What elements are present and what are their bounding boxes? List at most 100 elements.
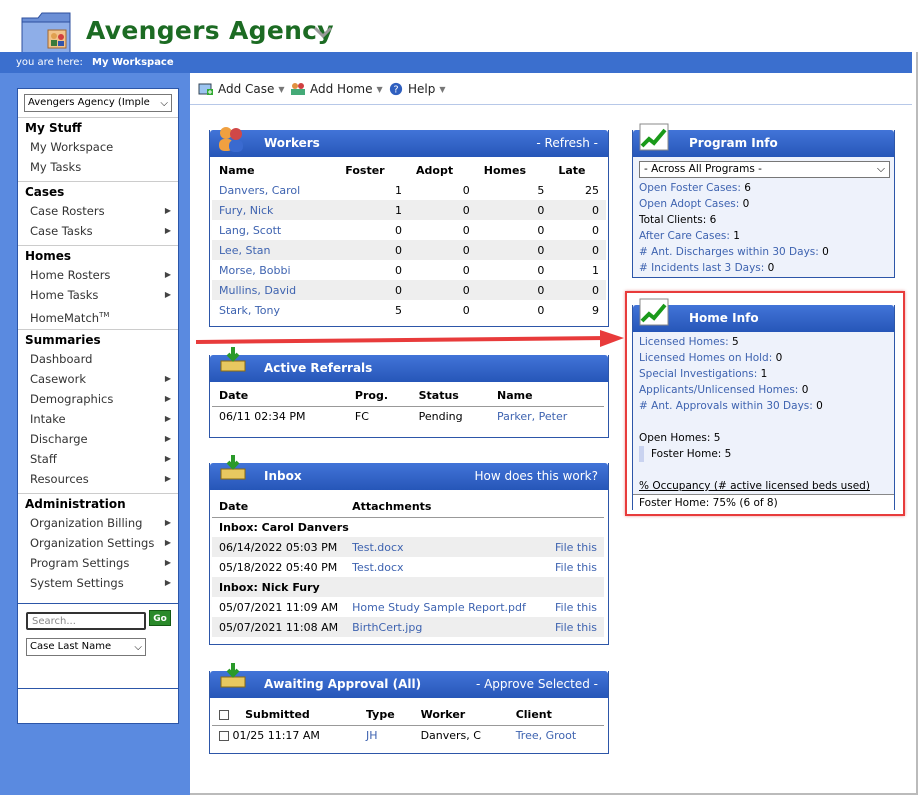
breadcrumb-current[interactable]: My Workspace: [92, 57, 174, 68]
inbox-panel: Inbox How does this work? Date Attachment…: [209, 455, 609, 645]
toolbar: Add Case ▼ Add Home ▼ ? Help ▼: [190, 73, 912, 105]
chevron-down-icon: ⌵: [160, 98, 168, 109]
attachment-link[interactable]: Test.docx: [345, 537, 544, 557]
worker-link[interactable]: Lee, Stan: [212, 240, 338, 260]
info-row: Total Clients: 6: [639, 214, 717, 226]
nav-section-administration: Administration Organization Billing ▶ Org…: [18, 493, 178, 593]
table-row: 06/14/2022 05:03 PM Test.docx File this: [212, 537, 604, 557]
info-row: Open Foster Cases: 6: [639, 182, 751, 194]
left-sidebar: Avengers Agency (Imple ⌵ My Stuff My Wor…: [0, 73, 190, 795]
arrow-right-icon: ▶: [164, 538, 171, 547]
panel-header: Awaiting Approval (All) - Approve Select…: [210, 671, 608, 698]
arrow-right-icon: ▶: [164, 290, 171, 299]
add-home-icon: [291, 83, 305, 95]
nav-item-case-rosters[interactable]: Case Rosters ▶: [18, 201, 178, 221]
table-row: 06/11 02:34 PM FC Pending Parker, Peter: [212, 406, 604, 426]
info-row: Open Adopt Cases: 0: [639, 198, 750, 210]
table-row: Mullins, David 0 0 0 0: [212, 280, 606, 300]
worker-link[interactable]: Lang, Scott: [212, 220, 338, 240]
nav-item-discharge[interactable]: Discharge ▶: [18, 429, 178, 449]
worker-link[interactable]: Fury, Nick: [212, 200, 338, 220]
referrals-table: Date Prog. Status Name 06/11 02:34 PM FC Pend…: [212, 386, 604, 426]
nav-item-organization-billing[interactable]: Organization Billing ▶: [18, 513, 178, 533]
nav-heading: Summaries: [18, 329, 178, 349]
how-does-this-work-link[interactable]: How does this work?: [474, 469, 598, 483]
file-this-link[interactable]: File this: [545, 617, 604, 637]
awaiting-approval-panel: Awaiting Approval (All) - Approve Select…: [209, 663, 609, 754]
search-panel: Search... Go Case Last Name ⌵: [17, 603, 179, 689]
attachment-link[interactable]: Test.docx: [345, 557, 544, 577]
workers-panel: Workers - Refresh - Name Foster Adopt Ho…: [209, 127, 609, 327]
arrow-right-icon: ▶: [164, 394, 171, 403]
search-type-select[interactable]: Case Last Name ⌵: [26, 638, 146, 656]
row-checkbox[interactable]: [219, 730, 229, 741]
file-this-link[interactable]: File this: [545, 557, 604, 577]
nav-item-my-workspace[interactable]: My Workspace: [18, 137, 178, 157]
approval-table: Submitted Type Worker Client 01/25 11:17 AM…: [212, 705, 604, 745]
chart-icon: [639, 123, 669, 151]
file-this-link[interactable]: File this: [545, 597, 604, 617]
nav-item-organization-settings[interactable]: Organization Settings ▶: [18, 533, 178, 553]
nav-item-system-settings[interactable]: System Settings ▶: [18, 573, 178, 593]
type-link[interactable]: JH: [359, 725, 414, 745]
worker-link[interactable]: Mullins, David: [212, 280, 338, 300]
panel-header: Workers - Refresh -: [210, 130, 608, 157]
search-input[interactable]: Search...: [26, 612, 146, 630]
nav-item-casework[interactable]: Casework ▶: [18, 369, 178, 389]
nav-item-staff[interactable]: Staff ▶: [18, 449, 178, 469]
table-row: Lang, Scott 0 0 0 0: [212, 220, 606, 240]
nav-section-cases: Cases Case Rosters ▶ Case Tasks ▶: [18, 181, 178, 241]
worker-link[interactable]: Morse, Bobbi: [212, 260, 338, 280]
arrow-right-icon: ▶: [164, 374, 171, 383]
arrow-right-icon: ▶: [164, 578, 171, 587]
agency-select[interactable]: Avengers Agency (Imple ⌵: [24, 94, 172, 112]
add-home-button[interactable]: Add Home ▼: [290, 82, 383, 96]
workers-icon: [219, 127, 243, 152]
table-row: 05/07/2021 11:09 AM Home Study Sample Rep…: [212, 597, 604, 617]
select-all-checkbox[interactable]: [219, 710, 229, 721]
worker-link[interactable]: Danvers, Carol: [212, 180, 338, 200]
arrow-right-icon: ▶: [164, 454, 171, 463]
table-row: Morse, Bobbi 0 0 0 1: [212, 260, 606, 280]
nav-item-my-tasks[interactable]: My Tasks: [18, 157, 178, 177]
nav-item-home-rosters[interactable]: Home Rosters ▶: [18, 265, 178, 285]
approve-selected-link[interactable]: - Approve Selected -: [476, 677, 598, 691]
nav-item-program-settings[interactable]: Program Settings ▶: [18, 553, 178, 573]
nav-item-home-tasks[interactable]: Home Tasks ▶: [18, 285, 178, 305]
add-case-icon: [198, 83, 213, 95]
table-row: 05/18/2022 05:40 PM Test.docx File this: [212, 557, 604, 577]
inbox-tray-icon: [220, 663, 246, 688]
go-button[interactable]: Go: [149, 610, 171, 626]
nav-item-case-tasks[interactable]: Case Tasks ▶: [18, 221, 178, 241]
nav-section-homes: Homes Home Rosters ▶ Home Tasks ▶ HomeMatc…: [18, 245, 178, 325]
caret-down-icon: ▼: [278, 84, 285, 94]
nav-item-intake[interactable]: Intake ▶: [18, 409, 178, 429]
nav-item-demographics[interactable]: Demographics ▶: [18, 389, 178, 409]
arrow-right-icon: ▶: [164, 434, 171, 443]
file-this-link[interactable]: File this: [545, 537, 604, 557]
attachment-link[interactable]: BirthCert.jpg: [345, 617, 544, 637]
program-select[interactable]: - Across All Programs - ⌵: [639, 161, 890, 178]
client-link[interactable]: Tree, Groot: [509, 725, 604, 745]
referral-name-link[interactable]: Parker, Peter: [490, 406, 604, 426]
panel-header: Active Referrals: [210, 355, 608, 382]
add-case-button[interactable]: Add Case ▼: [198, 82, 285, 96]
annotation-arrow-icon: [195, 330, 624, 347]
caret-down-icon: ▼: [376, 84, 383, 94]
panel-header: Program Info: [633, 130, 894, 157]
table-row: Danvers, Carol 1 0 5 25: [212, 180, 606, 200]
worker-link[interactable]: Stark, Tony: [212, 300, 338, 320]
attachment-link[interactable]: Home Study Sample Report.pdf: [345, 597, 544, 617]
inbox-group-heading: Inbox: Nick Fury: [219, 580, 320, 594]
nav-item-dashboard[interactable]: Dashboard: [18, 349, 178, 369]
nav-item-resources[interactable]: Resources ▶: [18, 469, 178, 489]
help-button[interactable]: ? Help ▼: [388, 82, 446, 96]
chevron-down-icon[interactable]: [312, 24, 334, 40]
nav-section-summaries: Summaries Dashboard Casework ▶ Demographi…: [18, 329, 178, 489]
table-row: Stark, Tony 5 0 0 9: [212, 300, 606, 320]
refresh-link[interactable]: - Refresh -: [536, 136, 598, 150]
program-info-panel: Program Info - Across All Programs - ⌵ Op…: [632, 123, 895, 278]
arrow-right-icon: ▶: [164, 226, 171, 235]
nav-item-homematch[interactable]: HomeMatchTM: [18, 305, 178, 325]
table-row: 01/25 11:17 AM JH Danvers, C Tree, Groot: [212, 725, 604, 745]
